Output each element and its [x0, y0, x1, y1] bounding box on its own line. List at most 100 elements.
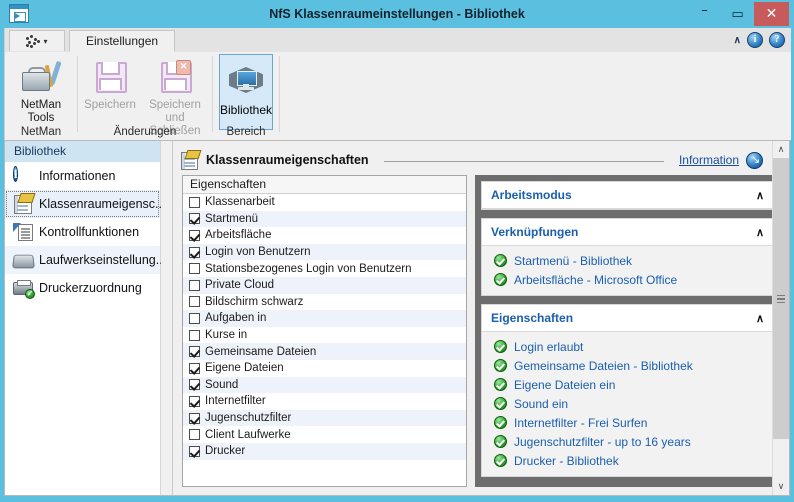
- minimize-button[interactable]: –: [688, 2, 721, 26]
- checkbox[interactable]: [189, 229, 200, 241]
- maximize-button[interactable]: ▭: [721, 2, 754, 26]
- checkbox[interactable]: [189, 263, 200, 275]
- chevron-up-icon[interactable]: ∧: [756, 312, 764, 325]
- info-icon-label: i: [753, 34, 757, 45]
- ribbon-button-speichern-label: Speichern: [84, 99, 136, 111]
- accordion-arbeitsmodus-header[interactable]: Arbeitsmodus ∧: [482, 182, 773, 209]
- list-item[interactable]: Gemeinsame Dateien: [183, 343, 466, 360]
- list-item-label: Internetfilter - Frei Surfen: [514, 415, 648, 430]
- checkbox[interactable]: [189, 213, 200, 225]
- list-item-label: Drucker - Bibliothek: [514, 453, 619, 468]
- list-item[interactable]: Arbeitsfläche: [183, 227, 466, 244]
- list-item[interactable]: Jugenschutzfilter - up to 16 years: [482, 432, 773, 451]
- scroll-up-button[interactable]: ∧: [773, 141, 789, 158]
- checkbox[interactable]: [189, 395, 200, 407]
- info-icon[interactable]: i: [747, 32, 763, 48]
- green-check-icon: [494, 378, 507, 391]
- list-item[interactable]: Client Laufwerke: [183, 426, 466, 443]
- accordion-verknuepfungen-title: Verknüpfungen: [491, 225, 579, 239]
- green-check-icon: [494, 416, 507, 429]
- sidebar-item-klassenraumeigenschaften[interactable]: Klassenraumeigensc...: [5, 190, 165, 218]
- checkbox[interactable]: [189, 279, 200, 291]
- accordion-verknuepfungen-header[interactable]: Verknüpfungen ∧: [482, 219, 773, 246]
- checkbox[interactable]: [189, 379, 200, 391]
- list-item-label: Sound ein: [514, 396, 569, 411]
- list-item-label: Gemeinsame Dateien: [205, 345, 317, 358]
- information-link[interactable]: Information: [679, 153, 739, 167]
- list-item[interactable]: Klassenarbeit: [183, 194, 466, 211]
- checkbox[interactable]: [189, 246, 200, 258]
- close-badge-icon: ✕: [176, 60, 191, 75]
- checkbox[interactable]: [189, 196, 200, 208]
- green-check-icon: [494, 435, 507, 448]
- sidebar-item-kontrollfunktionen[interactable]: Kontrollfunktionen: [5, 218, 160, 246]
- scrollbar-thumb[interactable]: [773, 158, 789, 439]
- properties-listbox[interactable]: Eigenschaften Klassenarbeit Startmenü Ar…: [182, 175, 467, 487]
- green-check-icon: [494, 454, 507, 467]
- list-item-label: Login erlaubt: [514, 339, 584, 354]
- list-item[interactable]: Startmenü: [183, 210, 466, 228]
- checkbox[interactable]: [189, 362, 200, 374]
- sidebar-item-laufwerkseinstellungen[interactable]: Laufwerkseinstellung...: [5, 246, 166, 274]
- accordion-eigenschaften-header[interactable]: Eigenschaften ∧: [482, 305, 773, 332]
- ribbon-tab-strip: ▾ Einstellungen ∧ i ?: [5, 28, 791, 53]
- accordion-eigenschaften: Eigenschaften ∧ Login erlaubt Gemeinsame…: [481, 304, 774, 477]
- list-item[interactable]: Gemeinsame Dateien - Bibliothek: [482, 356, 773, 375]
- list-item[interactable]: Sound: [183, 376, 466, 394]
- list-item-label: Internetfilter: [205, 395, 266, 408]
- sidebar-item-informationen-label: Informationen: [39, 169, 116, 183]
- list-item[interactable]: Private Cloud: [183, 276, 466, 294]
- green-check-icon: [494, 397, 507, 410]
- list-item-label: Kurse in: [205, 329, 248, 342]
- list-item[interactable]: Drucker - Bibliothek: [482, 451, 773, 470]
- summary-panel: Arbeitsmodus ∧ Verknüpfungen ∧ Startmenü…: [475, 175, 780, 487]
- list-item-label: Arbeitsfläche: [205, 229, 272, 242]
- ribbon-button-bibliothek[interactable]: Bibliothek: [219, 54, 273, 130]
- ribbon-button-netman-tools[interactable]: NetMan Tools: [9, 56, 73, 125]
- help-icon[interactable]: ?: [769, 32, 785, 48]
- checkbox[interactable]: [189, 346, 200, 358]
- quick-access-button[interactable]: ▾: [9, 30, 65, 51]
- sidebar-item-druckerzuordnung-label: Druckerzuordnung: [39, 281, 142, 295]
- list-item[interactable]: Login von Benutzern: [183, 243, 466, 261]
- checkbox[interactable]: [189, 445, 200, 457]
- list-item-label: Bildschirm schwarz: [205, 295, 304, 308]
- checkbox[interactable]: [189, 412, 200, 424]
- vertical-scrollbar[interactable]: ∧ ∨: [772, 141, 789, 495]
- info-arrow-icon[interactable]: ↘: [746, 151, 763, 169]
- list-item[interactable]: Startmenü - Bibliothek: [482, 251, 773, 270]
- list-item[interactable]: Jugenschutzfilter: [183, 409, 466, 427]
- close-button[interactable]: ✕: [754, 2, 789, 26]
- accordion-arbeitsmodus: Arbeitsmodus ∧: [481, 181, 774, 210]
- checkbox[interactable]: [189, 429, 200, 441]
- list-item[interactable]: Internetfilter - Frei Surfen: [482, 413, 773, 432]
- sidebar-item-informationen[interactable]: i Informationen: [5, 162, 160, 190]
- chevron-up-icon[interactable]: ∧: [734, 35, 741, 46]
- sidebar-item-kontrollfunktionen-label: Kontrollfunktionen: [39, 225, 140, 239]
- list-item[interactable]: Arbeitsfläche - Microsoft Office: [482, 270, 773, 289]
- chevron-up-icon[interactable]: ∧: [756, 189, 764, 202]
- ribbon-button-speichern[interactable]: Speichern: [80, 56, 140, 112]
- checkbox[interactable]: [189, 296, 200, 308]
- list-item[interactable]: Drucker: [183, 442, 466, 460]
- pane-splitter[interactable]: [161, 141, 173, 495]
- sidebar-item-druckerzuordnung[interactable]: ✓ Druckerzuordnung: [5, 274, 160, 302]
- list-item[interactable]: Kurse in: [183, 327, 466, 344]
- list-item[interactable]: Aufgaben in: [183, 310, 466, 327]
- chevron-up-icon[interactable]: ∧: [756, 226, 764, 239]
- accordion-eigenschaften-body: Login erlaubt Gemeinsame Dateien - Bibli…: [482, 332, 773, 476]
- list-item[interactable]: Stationsbezogenes Login von Benutzern: [183, 260, 466, 277]
- checkbox[interactable]: [189, 329, 200, 341]
- green-check-icon: [494, 254, 507, 267]
- list-item[interactable]: Login erlaubt: [482, 337, 773, 356]
- scroll-down-button[interactable]: ∨: [773, 478, 789, 495]
- list-item[interactable]: Internetfilter: [183, 393, 466, 410]
- list-item[interactable]: Eigene Dateien ein: [482, 375, 773, 394]
- list-item[interactable]: Bildschirm schwarz: [183, 294, 466, 311]
- tab-einstellungen[interactable]: Einstellungen: [69, 30, 176, 52]
- list-item[interactable]: Sound ein: [482, 394, 773, 413]
- list-item[interactable]: Eigene Dateien: [183, 360, 466, 377]
- close-icon: ✕: [765, 6, 778, 22]
- checkbox[interactable]: [189, 312, 200, 324]
- list-item-label: Drucker: [205, 445, 246, 458]
